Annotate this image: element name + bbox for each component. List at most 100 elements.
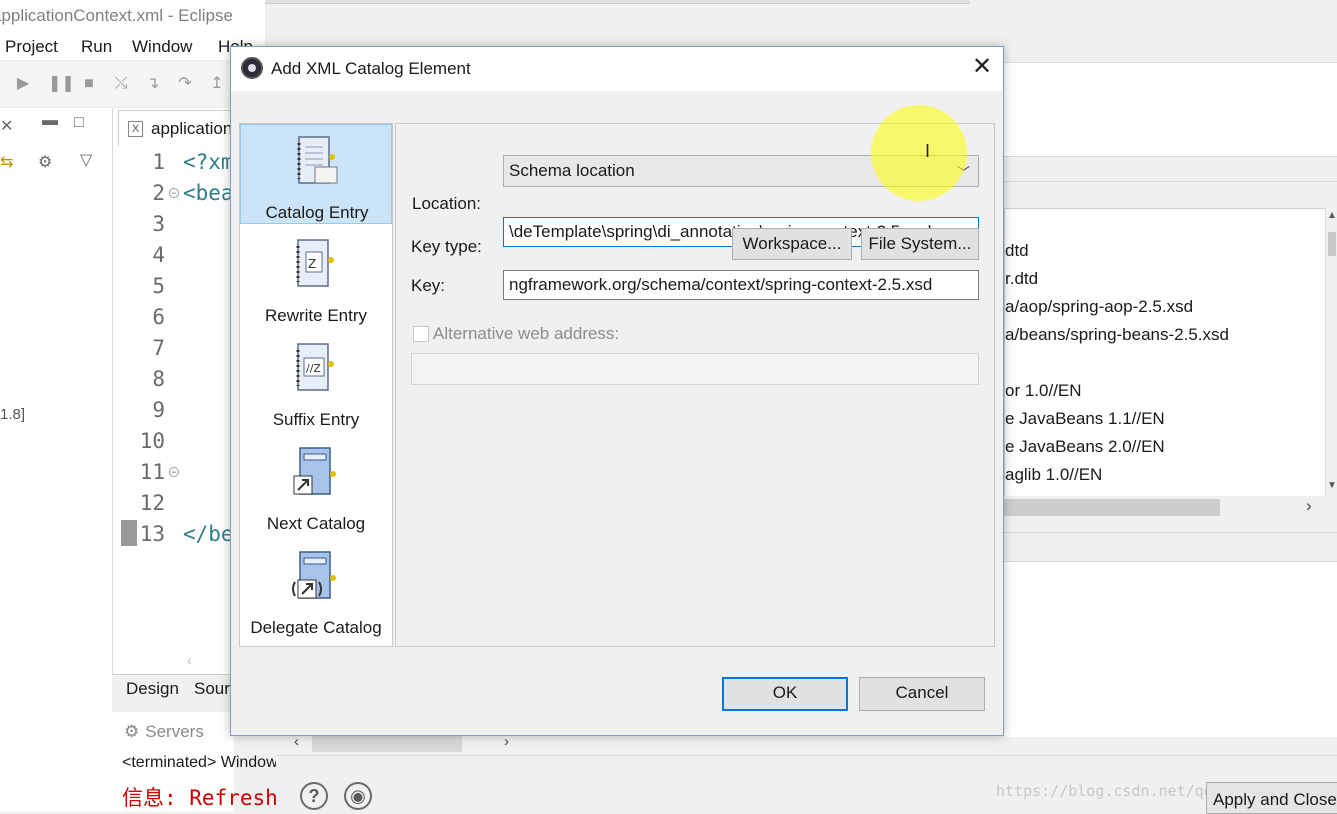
- close-icon[interactable]: ✕: [967, 53, 997, 83]
- step-over-icon[interactable]: ↷: [176, 75, 194, 93]
- dialog-title: Add XML Catalog Element: [271, 59, 471, 78]
- list-item[interactable]: or 1.0//EN: [1005, 381, 1082, 401]
- next-catalog-icon: [293, 447, 336, 495]
- scroll-up-icon[interactable]: ▲: [1327, 210, 1337, 221]
- scroll-left-icon[interactable]: ‹: [187, 652, 192, 668]
- minimize-icon[interactable]: ▬: [42, 112, 58, 130]
- catalog-type-list: Catalog Entry Z Rewrite Entry //Z Suffix…: [239, 123, 393, 647]
- alternative-web-address-checkbox[interactable]: [413, 326, 429, 342]
- text-cursor-icon: I: [925, 141, 931, 161]
- current-line-marker: [121, 520, 137, 546]
- vertical-scrollbar[interactable]: ▲ ▼: [1325, 208, 1337, 496]
- list-item[interactable]: e JavaBeans 2.0//EN: [1005, 437, 1165, 457]
- disconnect-icon[interactable]: ⤯: [112, 75, 130, 93]
- cursor-highlight: [871, 105, 967, 201]
- svg-text:Z: Z: [308, 257, 316, 271]
- alternative-web-address-label: Alternative web address:: [433, 324, 620, 343]
- scrollbar-thumb[interactable]: [1328, 232, 1336, 256]
- resume-icon[interactable]: ▶: [14, 75, 32, 93]
- list-item[interactable]: r.dtd: [1005, 269, 1038, 289]
- file-system-button[interactable]: File System...: [861, 228, 979, 260]
- suffix-entry-icon: //Z: [296, 343, 334, 391]
- tab-design[interactable]: Design: [126, 679, 179, 699]
- delegate-catalog-icon: [292, 551, 336, 599]
- workspace-button[interactable]: Workspace...: [732, 228, 852, 260]
- apply-and-close-button[interactable]: Apply and Close: [1206, 782, 1337, 814]
- sidebar-item-next-catalog[interactable]: Next Catalog: [240, 436, 392, 536]
- line-number: 7: [152, 336, 165, 360]
- details-panel: [1004, 562, 1337, 737]
- sidebar-item-catalog-entry[interactable]: Catalog Entry: [240, 124, 392, 224]
- tab-servers[interactable]: ⚙ Servers: [124, 722, 204, 742]
- list-item[interactable]: dtd: [1005, 241, 1029, 261]
- line-number: 4: [152, 243, 165, 267]
- line-number: 2: [152, 181, 165, 205]
- sidebar-item-label: Delegate Catalog: [250, 618, 382, 637]
- scroll-right-icon[interactable]: ›: [1306, 496, 1312, 516]
- add-xml-catalog-dialog: Add XML Catalog Element ✕ Catalog Entry …: [230, 46, 1004, 736]
- eclipse-icon: [241, 57, 263, 79]
- horizontal-scrollbar[interactable]: ›: [1004, 496, 1337, 520]
- line-number: 5: [152, 274, 165, 298]
- alternative-web-address-input[interactable]: [411, 353, 979, 385]
- key-label: Key:: [411, 276, 446, 295]
- scrollbar-thumb[interactable]: [1004, 499, 1220, 516]
- line-number: 12: [139, 491, 165, 515]
- terminate-icon[interactable]: ■: [80, 75, 98, 93]
- link-editor-icon[interactable]: ⇆: [0, 152, 13, 172]
- sidebar-item-label: Catalog Entry: [265, 203, 369, 222]
- step-into-icon[interactable]: ↴: [144, 75, 162, 93]
- editor-tab[interactable]: X applicationContext.xml: [118, 110, 322, 146]
- dialog-titlebar: Add XML Catalog Element ✕: [231, 47, 1003, 91]
- menu-bar: Project Run Window Help: [0, 34, 265, 60]
- sidebar-item-rewrite-entry[interactable]: Z Rewrite Entry: [240, 228, 392, 328]
- scrollbar-thumb[interactable]: [312, 736, 462, 752]
- maximize-icon[interactable]: □: [74, 114, 84, 132]
- toolbar: ▶ ❚❚ ■ ⤯ ↴ ↷ ↥: [0, 62, 232, 106]
- fold-toggle-icon[interactable]: −: [169, 188, 179, 198]
- console-terminated-text: <terminated> Window: [122, 754, 278, 771]
- horizontal-scrollbar[interactable]: ‹ ›: [282, 733, 535, 755]
- key-type-label: Key type:: [411, 237, 482, 256]
- scroll-down-icon[interactable]: ▼: [1327, 480, 1337, 491]
- list-item[interactable]: e JavaBeans 1.1//EN: [1005, 409, 1165, 429]
- ok-button[interactable]: OK: [722, 677, 848, 711]
- line-number: 10: [139, 429, 165, 453]
- line-number: 9: [152, 398, 165, 422]
- xml-editor[interactable]: 1 2 3 4 5 6 7 8 9 10 11 12 13 − − <?xml …: [112, 108, 284, 674]
- suspend-icon[interactable]: ❚❚: [48, 75, 75, 93]
- background-window-edge: [265, 0, 970, 4]
- location-label: Location:: [412, 194, 481, 213]
- svg-text://Z: //Z: [306, 362, 321, 375]
- key-input[interactable]: ngframework.org/schema/context/spring-co…: [503, 270, 979, 300]
- window-title: applicationContext.xml - Eclipse: [0, 0, 265, 34]
- sidebar-item-suffix-entry[interactable]: //Z Suffix Entry: [240, 332, 392, 432]
- help-icon[interactable]: ?: [300, 782, 328, 810]
- sidebar-item-label: Next Catalog: [266, 514, 366, 533]
- view-menu-icon[interactable]: ▽: [80, 150, 92, 170]
- line-number: 6: [152, 305, 165, 329]
- preferences-header: [1004, 62, 1337, 156]
- menu-run[interactable]: Run: [81, 37, 112, 57]
- sidebar-item-label: Rewrite Entry: [264, 306, 368, 325]
- list-item[interactable]: a/aop/spring-aop-2.5.xsd: [1005, 297, 1193, 317]
- cancel-button[interactable]: Cancel: [859, 677, 985, 711]
- filter-icon[interactable]: ⚙: [38, 152, 52, 172]
- fold-toggle-icon[interactable]: −: [169, 467, 179, 477]
- line-number: 3: [152, 212, 165, 236]
- menu-window[interactable]: Window: [132, 37, 192, 57]
- jre-label: 1.8]: [0, 406, 26, 423]
- close-view-icon[interactable]: ✕: [0, 116, 13, 136]
- list-item[interactable]: aglib 1.0//EN: [1005, 465, 1102, 485]
- servers-icon: ⚙: [124, 722, 140, 741]
- menu-project[interactable]: Project: [5, 37, 58, 57]
- catalog-entries-list[interactable]: dtd r.dtd a/aop/spring-aop-2.5.xsd a/bea…: [1004, 208, 1325, 520]
- sidebar-item-delegate-catalog[interactable]: Delegate Catalog: [240, 540, 392, 640]
- project-explorer-panel: ✕ ▬ □ ⇆ ⚙ ▽: [0, 108, 112, 812]
- list-item[interactable]: a/beans/spring-beans-2.5.xsd: [1005, 325, 1229, 345]
- step-return-icon[interactable]: ↥: [208, 75, 226, 93]
- preferences-separator: [1004, 156, 1337, 182]
- import-export-icon[interactable]: ◉: [344, 782, 372, 810]
- console-info-text: 信息: Refresh: [122, 786, 278, 810]
- editor-mode-tabs: Design Source: [112, 674, 248, 704]
